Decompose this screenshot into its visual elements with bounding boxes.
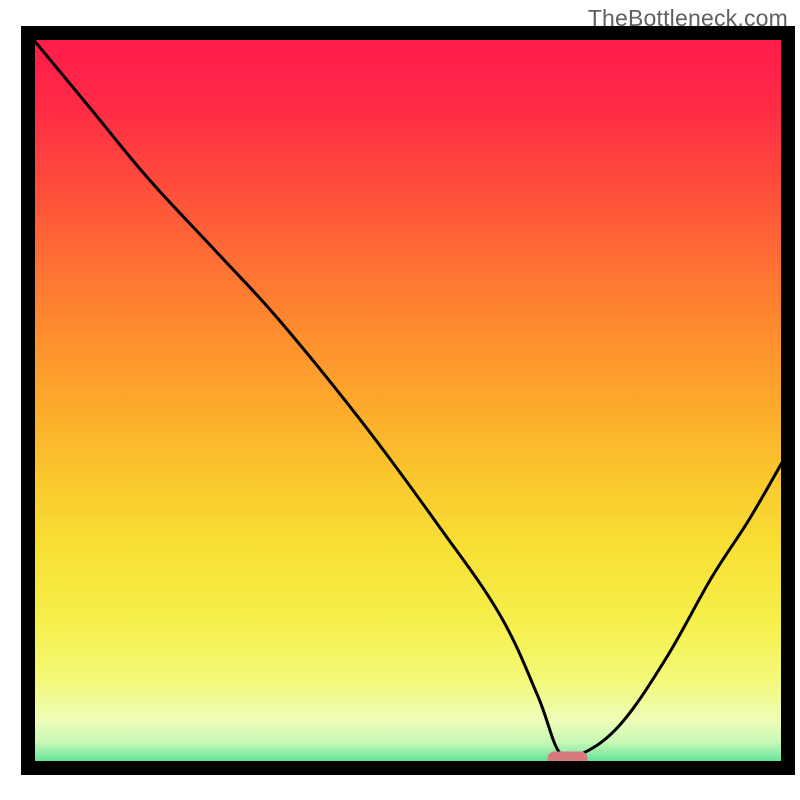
chart-background (28, 33, 788, 768)
chart-wrapper: TheBottleneck.com (0, 0, 800, 800)
watermark-text: TheBottleneck.com (588, 5, 788, 32)
bottleneck-chart (0, 0, 800, 800)
